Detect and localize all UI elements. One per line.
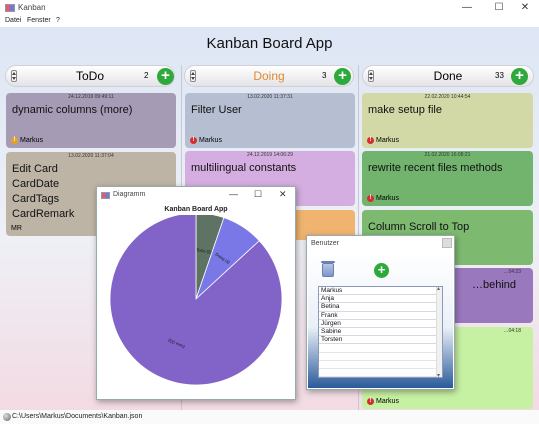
pie-chart: ToDo (2)Doing (3)Done (33) (109, 215, 283, 386)
kanban-card[interactable]: 13.02.2020 11:37:31 Filter User ! Markus (185, 93, 355, 148)
column-header-doing: Doing 3 + (184, 65, 354, 87)
menubar: Datei Fenster ? (0, 16, 539, 27)
card-title: …behind (472, 279, 517, 291)
column-count: 2 (144, 71, 149, 80)
add-card-button[interactable]: + (511, 68, 528, 85)
close-button[interactable]: ✕ (510, 1, 539, 15)
card-owner-name: Markus (376, 195, 399, 202)
column-header-done: Done 33 + (362, 65, 534, 87)
card-title: Column Scroll to Top (368, 221, 470, 233)
kanban-card[interactable]: 22.02.2020 10:44:54 make setup file ! Mar… (362, 93, 533, 148)
card-date: 22.02.2020 10:44:54 (424, 94, 471, 100)
warning-icon: ! (367, 195, 374, 202)
users-window: Benutzer + Markus Anja Betina Frank Jürgen Sa… (306, 235, 455, 390)
diagram-window-titlebar: Diagramm — ☐ ✕ (97, 187, 295, 204)
app-icon (101, 192, 110, 199)
card-owner: ! Markus (367, 195, 399, 202)
trash-icon[interactable] (321, 261, 335, 277)
menu-fenster[interactable]: Fenster (27, 17, 51, 24)
minimize-button[interactable]: — (229, 189, 238, 199)
warning-icon: ! (11, 137, 18, 144)
card-title: multilingual constants (191, 162, 297, 174)
add-user-button[interactable]: + (374, 263, 389, 278)
add-card-button[interactable]: + (157, 68, 174, 85)
app-icon (5, 4, 15, 12)
user-list-item[interactable]: Betina (319, 303, 442, 312)
users-window-titlebar: Benutzer (307, 236, 454, 253)
card-date: 21.02.2020 16:08:21 (424, 152, 471, 158)
card-owner-name: Markus (199, 137, 222, 144)
column-name: ToDo (75, 69, 104, 83)
card-owner: ! Markus (11, 137, 43, 144)
card-date: 24.12.2019 14:06:29 (247, 152, 293, 158)
close-button[interactable] (442, 238, 452, 248)
column-header-todo: ToDo 2 + (5, 65, 175, 87)
chart-title: Kanban Board App (164, 206, 228, 213)
user-list-empty-row (319, 353, 442, 361)
user-list-item[interactable]: Jürgen (319, 320, 442, 328)
statusbar: C:\Users\Markus\Documents\Kanban.json (0, 410, 539, 424)
card-owner: MR (11, 225, 22, 232)
maximize-button[interactable]: ☐ (254, 189, 262, 200)
diagram-window: Diagramm — ☐ ✕ Kanban Board App ToDo (2)… (96, 186, 296, 400)
warning-icon: ! (190, 137, 197, 144)
menu-help[interactable]: ? (56, 17, 60, 24)
column-name: Done (433, 69, 463, 83)
card-date: 13.02.2020 11:37:04 (68, 153, 114, 159)
card-owner: ! Markus (367, 137, 399, 144)
card-title: Filter User (191, 104, 242, 116)
card-owner-name: Markus (376, 398, 399, 405)
warning-icon: ! (367, 137, 374, 144)
user-list-item[interactable]: Anja (319, 295, 442, 304)
card-owner-name: Markus (20, 137, 43, 144)
column-count: 3 (322, 71, 327, 80)
card-title: Edit Card CardDate CardTags CardRemark (12, 163, 75, 220)
close-button[interactable]: ✕ (279, 189, 287, 200)
add-card-button[interactable]: + (334, 68, 351, 85)
user-list[interactable]: Markus Anja Betina Frank Jürgen Sabine Torsten (318, 286, 443, 378)
card-title: dynamic columns (more) (12, 104, 133, 116)
kanban-card[interactable]: 21.02.2020 16:08:21 rewrite recent files… (362, 151, 533, 206)
user-list-item[interactable]: Frank (319, 312, 442, 320)
card-date: 24.12.2019 09:49:11 (68, 94, 114, 100)
card-owner: ! Markus (190, 137, 222, 144)
card-title: make setup file (368, 104, 442, 116)
card-owner-name: Markus (376, 137, 399, 144)
diagram-window-title: Diagramm (113, 191, 146, 198)
user-list-item[interactable]: Markus (319, 287, 442, 296)
user-list-empty-row (319, 369, 442, 377)
menu-datei[interactable]: Datei (5, 17, 21, 24)
minimize-button[interactable]: — (452, 1, 482, 15)
user-list-item[interactable]: Sabine (319, 328, 442, 337)
column-name: Doing (253, 69, 285, 83)
disk-icon (3, 413, 11, 421)
card-date: 13.02.2020 11:37:31 (247, 94, 293, 100)
column-count: 33 (495, 71, 504, 80)
warning-icon: ! (367, 398, 374, 405)
scrollbar[interactable] (436, 287, 442, 377)
users-window-title: Benutzer (311, 240, 340, 247)
card-owner-name: MR (11, 225, 22, 232)
window-title: Kanban (18, 3, 46, 12)
page-title: Kanban Board App (206, 35, 333, 52)
user-list-item[interactable]: Torsten (319, 336, 442, 345)
window-titlebar: Kanban — ☐ ✕ (0, 0, 539, 16)
card-title: rewrite recent files methods (368, 162, 503, 174)
kanban-card[interactable]: 24.12.2019 09:49:11 dynamic columns (mor… (6, 93, 176, 148)
user-list-empty-row (319, 361, 442, 369)
user-list-empty-row (319, 344, 442, 353)
file-path: C:\Users\Markus\Documents\Kanban.json (12, 413, 143, 420)
card-owner: ! Markus (367, 398, 399, 405)
users-panel: + Markus Anja Betina Frank Jürgen Sabine Torst… (308, 253, 453, 388)
